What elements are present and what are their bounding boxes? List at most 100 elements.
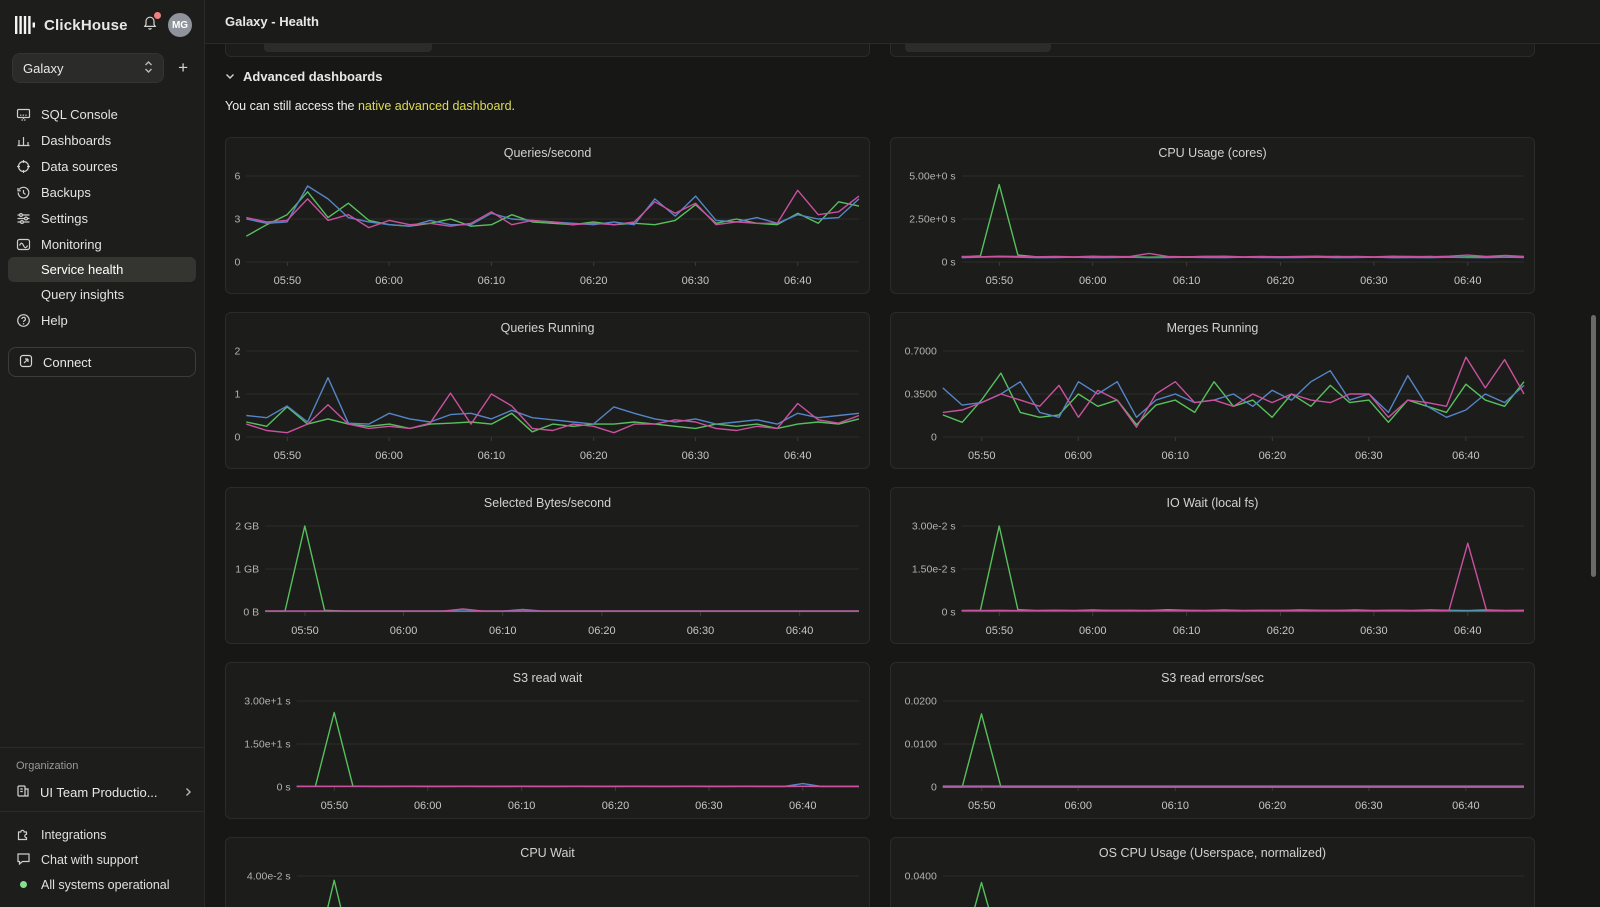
notifications-bell-icon[interactable] bbox=[142, 15, 158, 36]
brand-row: ClickHouse MG bbox=[0, 0, 204, 47]
chart-card-cpu-usage-cores-: CPU Usage (cores)5.00e+0 s2.50e+0 s0 s05… bbox=[890, 137, 1535, 294]
footer-item-chat-with-support[interactable]: Chat with support bbox=[8, 847, 196, 872]
sidebar-item-backups[interactable]: Backups bbox=[8, 179, 196, 205]
series-line-blue bbox=[246, 378, 859, 424]
x-tick-label: 06:30 bbox=[1355, 800, 1383, 812]
x-tick-label: 05:50 bbox=[274, 450, 302, 462]
sidebar-item-dashboards[interactable]: Dashboards bbox=[8, 127, 196, 153]
x-tick-label: 06:30 bbox=[1360, 625, 1388, 637]
sidebar-item-service-health[interactable]: Service health bbox=[8, 257, 196, 282]
sidebar-footer: Integrations Chat with support All systems… bbox=[0, 811, 204, 897]
chart-title: Queries Running bbox=[226, 313, 869, 343]
partial-row bbox=[225, 44, 1600, 57]
console-icon bbox=[16, 107, 31, 122]
y-tick-label: 2 bbox=[234, 346, 240, 358]
chat-icon bbox=[16, 851, 31, 869]
x-tick-label: 05:50 bbox=[986, 625, 1014, 637]
monitoring-icon bbox=[16, 237, 31, 252]
y-tick-label: 0 bbox=[931, 432, 937, 444]
footer-item-integrations[interactable]: Integrations bbox=[8, 822, 196, 847]
chart-card-selected-bytes-second: Selected Bytes/second2 GB1 GB0 B05:5006:… bbox=[225, 487, 870, 644]
chart-title: CPU Wait bbox=[226, 838, 869, 868]
integrations-icon bbox=[16, 826, 31, 844]
x-tick-label: 06:20 bbox=[580, 275, 608, 287]
series-line-green bbox=[962, 526, 1524, 611]
scrollbar-thumb[interactable] bbox=[1591, 315, 1596, 577]
x-tick-label: 06:10 bbox=[478, 450, 506, 462]
sidebar-item-monitoring[interactable]: Monitoring bbox=[8, 231, 196, 257]
y-tick-label: 1.50e-2 s bbox=[912, 564, 956, 576]
sidebar: ClickHouse MG Galaxy + SQL Co bbox=[0, 0, 205, 907]
y-tick-label: 3.00e-2 s bbox=[912, 521, 956, 533]
sidebar-item-label: SQL Console bbox=[41, 107, 118, 122]
section-advanced-dashboards-toggle[interactable]: Advanced dashboards bbox=[225, 67, 1600, 85]
dashboard-scroll-area: Advanced dashboards You can still access… bbox=[205, 44, 1600, 907]
status-dot-icon bbox=[20, 881, 27, 888]
x-tick-label: 06:30 bbox=[682, 275, 710, 287]
clickhouse-logo-icon bbox=[14, 15, 36, 35]
chart-plot: 3.00e-2 s1.50e-2 s0 s05:5006:0006:1006:2… bbox=[891, 518, 1534, 643]
y-tick-label: 0 s bbox=[277, 782, 291, 794]
series-line-magenta bbox=[943, 357, 1524, 427]
y-tick-label: 2.50e+0 s bbox=[909, 214, 955, 226]
chart-card-cpu-wait: CPU Wait4.00e-2 s05:5006:0006:1006:2006:… bbox=[225, 837, 870, 907]
y-tick-label: 0.0400 bbox=[905, 871, 937, 883]
sidebar-item-data-sources[interactable]: Data sources bbox=[8, 153, 196, 179]
y-tick-label: 1 GB bbox=[235, 564, 259, 576]
service-selector[interactable]: Galaxy bbox=[12, 53, 164, 83]
x-tick-label: 06:00 bbox=[1064, 800, 1092, 812]
app-root: ClickHouse MG Galaxy + SQL Co bbox=[0, 0, 1600, 907]
x-tick-label: 06:30 bbox=[687, 625, 715, 637]
footer-item-all-systems-operational[interactable]: All systems operational bbox=[8, 872, 196, 897]
sidebar-item-label: Dashboards bbox=[41, 133, 111, 148]
x-tick-label: 06:00 bbox=[1079, 625, 1107, 637]
y-tick-label: 2 GB bbox=[235, 521, 259, 533]
chevron-right-icon bbox=[184, 785, 192, 800]
y-tick-label: 4.00e-2 s bbox=[247, 871, 291, 883]
partial-bar bbox=[905, 44, 1051, 52]
sidebar-item-sql-console[interactable]: SQL Console bbox=[8, 101, 196, 127]
x-tick-label: 06:00 bbox=[1079, 275, 1107, 287]
x-tick-label: 06:30 bbox=[682, 450, 710, 462]
x-tick-label: 06:20 bbox=[1267, 625, 1295, 637]
connect-button[interactable]: Connect bbox=[8, 347, 196, 377]
native-advanced-dashboard-link[interactable]: native advanced dashboard bbox=[358, 99, 512, 113]
x-tick-label: 06:20 bbox=[1259, 800, 1287, 812]
chart-card-s3-read-wait: S3 read wait3.00e+1 s1.50e+1 s0 s05:5006… bbox=[225, 662, 870, 819]
chart-plot: 0.70000.3500005:5006:0006:1006:2006:3006… bbox=[891, 343, 1534, 468]
page-title: Galaxy - Health bbox=[225, 14, 319, 29]
chart-plot: 2 GB1 GB0 B05:5006:0006:1006:2006:3006:4… bbox=[226, 518, 869, 643]
sidebar-item-help[interactable]: Help bbox=[8, 307, 196, 333]
y-tick-label: 6 bbox=[234, 171, 240, 183]
add-service-button[interactable]: + bbox=[174, 58, 192, 78]
x-tick-label: 06:10 bbox=[478, 275, 506, 287]
x-tick-label: 06:40 bbox=[1452, 450, 1480, 462]
series-line-green bbox=[297, 713, 859, 787]
x-tick-label: 05:50 bbox=[968, 800, 996, 812]
service-selector-row: Galaxy + bbox=[0, 47, 204, 93]
sidebar-item-settings[interactable]: Settings bbox=[8, 205, 196, 231]
chart-plot: 63005:5006:0006:1006:2006:3006:40 bbox=[226, 168, 869, 293]
organization-item[interactable]: UI Team Productio... bbox=[0, 778, 204, 811]
chart-title: IO Wait (local fs) bbox=[891, 488, 1534, 518]
notice-prefix: You can still access the bbox=[225, 99, 358, 113]
y-tick-label: 0 s bbox=[942, 257, 956, 269]
sidebar-item-query-insights[interactable]: Query insights bbox=[8, 282, 196, 307]
x-tick-label: 06:00 bbox=[375, 450, 403, 462]
notification-dot bbox=[154, 12, 161, 19]
footer-item-label: Chat with support bbox=[41, 853, 138, 867]
footer-item-label: Integrations bbox=[41, 828, 106, 842]
x-tick-label: 06:20 bbox=[602, 800, 630, 812]
avatar[interactable]: MG bbox=[168, 13, 192, 37]
y-tick-label: 3.00e+1 s bbox=[244, 696, 290, 708]
chart-card-os-cpu-usage-userspace-normalized-: OS CPU Usage (Userspace, normalized)0.04… bbox=[890, 837, 1535, 907]
y-tick-label: 0.0200 bbox=[905, 696, 937, 708]
x-tick-label: 05:50 bbox=[321, 800, 349, 812]
chart-plot: 0.040005:5006:0006:1006:2006:3006:40 bbox=[891, 868, 1534, 907]
y-tick-label: 3 bbox=[234, 214, 240, 226]
x-tick-label: 06:40 bbox=[1454, 625, 1482, 637]
partial-bar bbox=[264, 44, 432, 52]
partial-card bbox=[890, 44, 1535, 57]
service-selector-value: Galaxy bbox=[23, 61, 144, 76]
chart-plot: 5.00e+0 s2.50e+0 s0 s05:5006:0006:1006:2… bbox=[891, 168, 1534, 293]
